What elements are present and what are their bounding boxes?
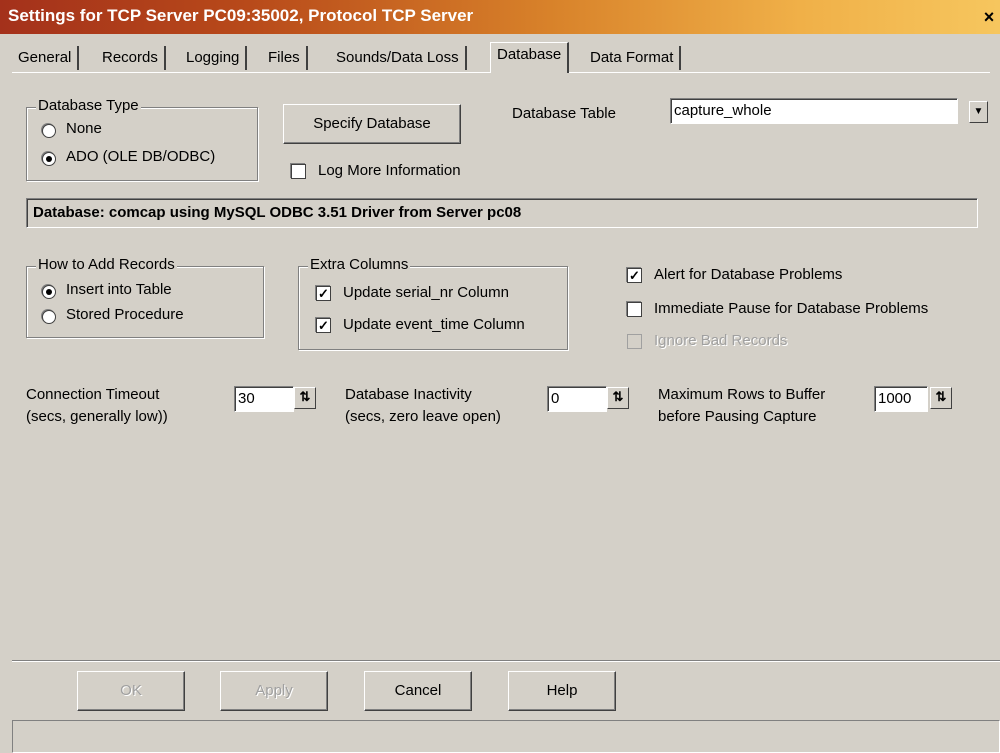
connection-timeout-spinner-icon[interactable]: ⇅ <box>294 387 316 409</box>
close-button[interactable]: × <box>978 5 1000 29</box>
update-event-time-checkbox[interactable]: ✓ <box>316 318 331 333</box>
extra-columns-title: Extra Columns <box>308 256 411 273</box>
radio-stored-procedure-label: Stored Procedure <box>66 306 184 323</box>
ignore-bad-records-label: Ignore Bad Records <box>654 332 788 349</box>
radio-stored-procedure[interactable] <box>42 310 56 324</box>
radio-insert-into-table[interactable] <box>42 285 56 299</box>
tab-data-format[interactable]: Data Format <box>584 46 682 70</box>
tab-logging[interactable]: Logging <box>180 46 248 70</box>
radio-none[interactable] <box>42 124 56 138</box>
update-serial-nr-label: Update serial_nr Column <box>343 284 509 301</box>
tab-sounds-data-loss[interactable]: Sounds/Data Loss <box>330 46 467 70</box>
database-inactivity-input[interactable]: 0 <box>547 386 607 412</box>
database-info-field: Database: comcap using MySQL ODBC 3.51 D… <box>26 198 978 228</box>
connection-timeout-sublabel: (secs, generally low)) <box>26 408 168 425</box>
window-title: Settings for TCP Server PC09:35002, Prot… <box>8 6 474 25</box>
radio-ado-label: ADO (OLE DB/ODBC) <box>66 148 216 165</box>
max-rows-sublabel: before Pausing Capture <box>658 408 817 425</box>
tab-general[interactable]: General <box>12 46 80 70</box>
extra-columns-group <box>298 266 568 350</box>
cancel-button[interactable]: Cancel <box>364 671 472 711</box>
bottom-separator <box>12 660 1000 662</box>
tab-records[interactable]: Records <box>96 46 166 70</box>
connection-timeout-label: Connection Timeout <box>26 386 160 403</box>
database-type-group <box>26 107 258 181</box>
how-to-add-records-title: How to Add Records <box>36 256 177 273</box>
max-rows-label: Maximum Rows to Buffer <box>658 386 826 403</box>
radio-none-label: None <box>66 120 102 137</box>
update-serial-nr-checkbox[interactable]: ✓ <box>316 286 331 301</box>
chevron-down-icon[interactable]: ▼ <box>969 101 988 123</box>
update-event-time-label: Update event_time Column <box>343 316 525 333</box>
alert-database-problems-label: Alert for Database Problems <box>654 266 843 283</box>
max-rows-input[interactable]: 1000 <box>874 386 928 412</box>
log-more-information-label: Log More Information <box>318 162 461 179</box>
immediate-pause-checkbox[interactable] <box>627 302 642 317</box>
database-inactivity-sublabel: (secs, zero leave open) <box>345 408 501 425</box>
radio-ado[interactable] <box>42 152 56 166</box>
alert-database-problems-checkbox[interactable]: ✓ <box>627 268 642 283</box>
specify-database-button[interactable]: Specify Database <box>283 104 461 144</box>
radio-insert-into-table-label: Insert into Table <box>66 281 172 298</box>
max-rows-spinner-icon[interactable]: ⇅ <box>930 387 952 409</box>
help-button[interactable]: Help <box>508 671 616 711</box>
tab-files[interactable]: Files <box>262 46 308 70</box>
database-table-label: Database Table <box>512 105 616 122</box>
ok-button[interactable]: OK <box>77 671 185 711</box>
log-more-information-checkbox[interactable] <box>291 164 306 179</box>
database-table-select[interactable]: capture_whole <box>670 98 958 124</box>
connection-timeout-input[interactable]: 30 <box>234 386 294 412</box>
apply-button[interactable]: Apply <box>220 671 328 711</box>
database-inactivity-spinner-icon[interactable]: ⇅ <box>607 387 629 409</box>
database-type-title: Database Type <box>36 97 141 114</box>
status-bar <box>12 720 1000 753</box>
database-inactivity-label: Database Inactivity <box>345 386 472 403</box>
immediate-pause-label: Immediate Pause for Database Problems <box>654 300 929 317</box>
how-to-add-records-group <box>26 266 264 338</box>
tab-database[interactable]: Database <box>490 42 570 73</box>
ignore-bad-records-checkbox <box>627 334 642 349</box>
